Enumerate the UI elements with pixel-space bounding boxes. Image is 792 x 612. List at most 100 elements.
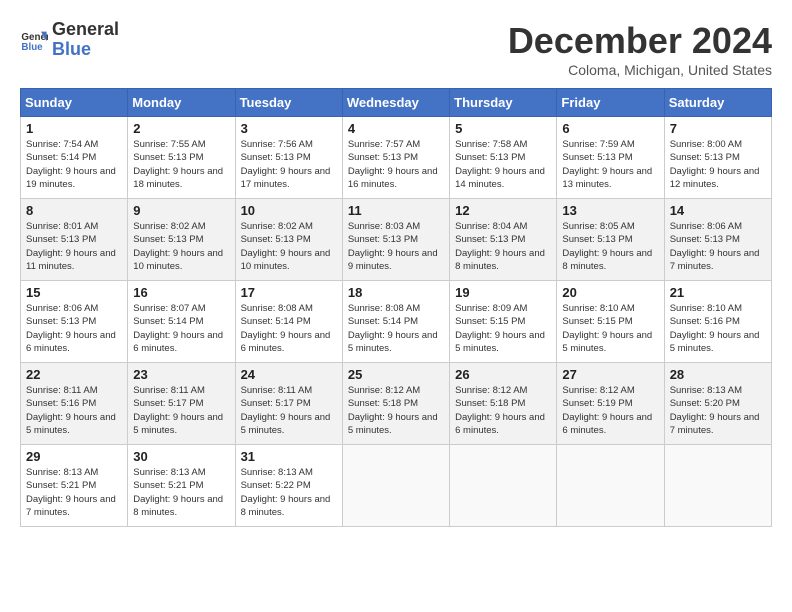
day-header-saturday: Saturday	[664, 89, 771, 117]
calendar-table: SundayMondayTuesdayWednesdayThursdayFrid…	[20, 88, 772, 527]
day-number: 25	[348, 367, 444, 382]
calendar-cell: 13 Sunrise: 8:05 AM Sunset: 5:13 PM Dayl…	[557, 199, 664, 281]
calendar-cell: 14 Sunrise: 8:06 AM Sunset: 5:13 PM Dayl…	[664, 199, 771, 281]
calendar-cell: 23 Sunrise: 8:11 AM Sunset: 5:17 PM Dayl…	[128, 363, 235, 445]
calendar-cell	[557, 445, 664, 527]
calendar-header-row: SundayMondayTuesdayWednesdayThursdayFrid…	[21, 89, 772, 117]
day-info: Sunrise: 7:55 AM Sunset: 5:13 PM Dayligh…	[133, 138, 229, 191]
day-info: Sunrise: 8:13 AM Sunset: 5:21 PM Dayligh…	[26, 466, 122, 519]
day-number: 11	[348, 203, 444, 218]
day-info: Sunrise: 8:08 AM Sunset: 5:14 PM Dayligh…	[348, 302, 444, 355]
day-number: 14	[670, 203, 766, 218]
day-info: Sunrise: 7:58 AM Sunset: 5:13 PM Dayligh…	[455, 138, 551, 191]
day-info: Sunrise: 8:05 AM Sunset: 5:13 PM Dayligh…	[562, 220, 658, 273]
calendar-week-4: 22 Sunrise: 8:11 AM Sunset: 5:16 PM Dayl…	[21, 363, 772, 445]
calendar-cell: 10 Sunrise: 8:02 AM Sunset: 5:13 PM Dayl…	[235, 199, 342, 281]
day-number: 1	[26, 121, 122, 136]
calendar-cell: 19 Sunrise: 8:09 AM Sunset: 5:15 PM Dayl…	[450, 281, 557, 363]
day-number: 9	[133, 203, 229, 218]
day-info: Sunrise: 8:03 AM Sunset: 5:13 PM Dayligh…	[348, 220, 444, 273]
day-number: 23	[133, 367, 229, 382]
title-block: December 2024 Coloma, Michigan, United S…	[508, 20, 772, 78]
day-number: 31	[241, 449, 337, 464]
day-number: 18	[348, 285, 444, 300]
day-info: Sunrise: 7:56 AM Sunset: 5:13 PM Dayligh…	[241, 138, 337, 191]
day-number: 4	[348, 121, 444, 136]
day-header-wednesday: Wednesday	[342, 89, 449, 117]
day-info: Sunrise: 8:13 AM Sunset: 5:22 PM Dayligh…	[241, 466, 337, 519]
logo: General Blue General Blue	[20, 20, 119, 60]
day-number: 6	[562, 121, 658, 136]
day-number: 30	[133, 449, 229, 464]
calendar-cell: 22 Sunrise: 8:11 AM Sunset: 5:16 PM Dayl…	[21, 363, 128, 445]
calendar-cell: 7 Sunrise: 8:00 AM Sunset: 5:13 PM Dayli…	[664, 117, 771, 199]
calendar-cell: 28 Sunrise: 8:13 AM Sunset: 5:20 PM Dayl…	[664, 363, 771, 445]
day-info: Sunrise: 8:08 AM Sunset: 5:14 PM Dayligh…	[241, 302, 337, 355]
logo-line1: General	[52, 20, 119, 40]
day-header-thursday: Thursday	[450, 89, 557, 117]
day-number: 28	[670, 367, 766, 382]
day-number: 8	[26, 203, 122, 218]
calendar-cell: 26 Sunrise: 8:12 AM Sunset: 5:18 PM Dayl…	[450, 363, 557, 445]
day-info: Sunrise: 8:13 AM Sunset: 5:20 PM Dayligh…	[670, 384, 766, 437]
day-number: 16	[133, 285, 229, 300]
day-number: 21	[670, 285, 766, 300]
calendar-cell: 29 Sunrise: 8:13 AM Sunset: 5:21 PM Dayl…	[21, 445, 128, 527]
day-number: 13	[562, 203, 658, 218]
day-info: Sunrise: 8:10 AM Sunset: 5:15 PM Dayligh…	[562, 302, 658, 355]
calendar-cell	[342, 445, 449, 527]
calendar-cell: 1 Sunrise: 7:54 AM Sunset: 5:14 PM Dayli…	[21, 117, 128, 199]
calendar-cell: 5 Sunrise: 7:58 AM Sunset: 5:13 PM Dayli…	[450, 117, 557, 199]
day-number: 29	[26, 449, 122, 464]
calendar-cell: 11 Sunrise: 8:03 AM Sunset: 5:13 PM Dayl…	[342, 199, 449, 281]
day-info: Sunrise: 8:04 AM Sunset: 5:13 PM Dayligh…	[455, 220, 551, 273]
logo-icon: General Blue	[20, 26, 48, 54]
calendar-cell: 12 Sunrise: 8:04 AM Sunset: 5:13 PM Dayl…	[450, 199, 557, 281]
day-info: Sunrise: 8:12 AM Sunset: 5:19 PM Dayligh…	[562, 384, 658, 437]
day-header-tuesday: Tuesday	[235, 89, 342, 117]
day-number: 3	[241, 121, 337, 136]
day-number: 7	[670, 121, 766, 136]
calendar-cell: 6 Sunrise: 7:59 AM Sunset: 5:13 PM Dayli…	[557, 117, 664, 199]
calendar-cell: 4 Sunrise: 7:57 AM Sunset: 5:13 PM Dayli…	[342, 117, 449, 199]
day-number: 27	[562, 367, 658, 382]
day-info: Sunrise: 8:11 AM Sunset: 5:16 PM Dayligh…	[26, 384, 122, 437]
day-info: Sunrise: 8:11 AM Sunset: 5:17 PM Dayligh…	[241, 384, 337, 437]
calendar-cell: 24 Sunrise: 8:11 AM Sunset: 5:17 PM Dayl…	[235, 363, 342, 445]
day-header-sunday: Sunday	[21, 89, 128, 117]
calendar-week-1: 1 Sunrise: 7:54 AM Sunset: 5:14 PM Dayli…	[21, 117, 772, 199]
day-info: Sunrise: 8:02 AM Sunset: 5:13 PM Dayligh…	[133, 220, 229, 273]
day-info: Sunrise: 8:11 AM Sunset: 5:17 PM Dayligh…	[133, 384, 229, 437]
day-number: 2	[133, 121, 229, 136]
calendar-cell: 31 Sunrise: 8:13 AM Sunset: 5:22 PM Dayl…	[235, 445, 342, 527]
day-info: Sunrise: 8:00 AM Sunset: 5:13 PM Dayligh…	[670, 138, 766, 191]
logo-text: General Blue	[52, 20, 119, 60]
day-number: 12	[455, 203, 551, 218]
day-header-friday: Friday	[557, 89, 664, 117]
day-info: Sunrise: 8:12 AM Sunset: 5:18 PM Dayligh…	[455, 384, 551, 437]
day-info: Sunrise: 8:06 AM Sunset: 5:13 PM Dayligh…	[26, 302, 122, 355]
day-header-monday: Monday	[128, 89, 235, 117]
calendar-cell: 16 Sunrise: 8:07 AM Sunset: 5:14 PM Dayl…	[128, 281, 235, 363]
calendar-cell: 20 Sunrise: 8:10 AM Sunset: 5:15 PM Dayl…	[557, 281, 664, 363]
calendar-cell: 18 Sunrise: 8:08 AM Sunset: 5:14 PM Dayl…	[342, 281, 449, 363]
day-info: Sunrise: 8:13 AM Sunset: 5:21 PM Dayligh…	[133, 466, 229, 519]
day-number: 5	[455, 121, 551, 136]
calendar-cell: 3 Sunrise: 7:56 AM Sunset: 5:13 PM Dayli…	[235, 117, 342, 199]
calendar-cell: 8 Sunrise: 8:01 AM Sunset: 5:13 PM Dayli…	[21, 199, 128, 281]
day-info: Sunrise: 8:09 AM Sunset: 5:15 PM Dayligh…	[455, 302, 551, 355]
calendar-cell: 27 Sunrise: 8:12 AM Sunset: 5:19 PM Dayl…	[557, 363, 664, 445]
calendar-cell: 21 Sunrise: 8:10 AM Sunset: 5:16 PM Dayl…	[664, 281, 771, 363]
day-info: Sunrise: 8:01 AM Sunset: 5:13 PM Dayligh…	[26, 220, 122, 273]
calendar-cell	[664, 445, 771, 527]
day-number: 19	[455, 285, 551, 300]
day-info: Sunrise: 8:06 AM Sunset: 5:13 PM Dayligh…	[670, 220, 766, 273]
logo-line2: Blue	[52, 40, 119, 60]
day-info: Sunrise: 7:59 AM Sunset: 5:13 PM Dayligh…	[562, 138, 658, 191]
day-info: Sunrise: 8:02 AM Sunset: 5:13 PM Dayligh…	[241, 220, 337, 273]
location-subtitle: Coloma, Michigan, United States	[508, 62, 772, 78]
page-header: General Blue General Blue December 2024 …	[20, 20, 772, 78]
day-number: 15	[26, 285, 122, 300]
day-info: Sunrise: 8:07 AM Sunset: 5:14 PM Dayligh…	[133, 302, 229, 355]
calendar-cell: 15 Sunrise: 8:06 AM Sunset: 5:13 PM Dayl…	[21, 281, 128, 363]
